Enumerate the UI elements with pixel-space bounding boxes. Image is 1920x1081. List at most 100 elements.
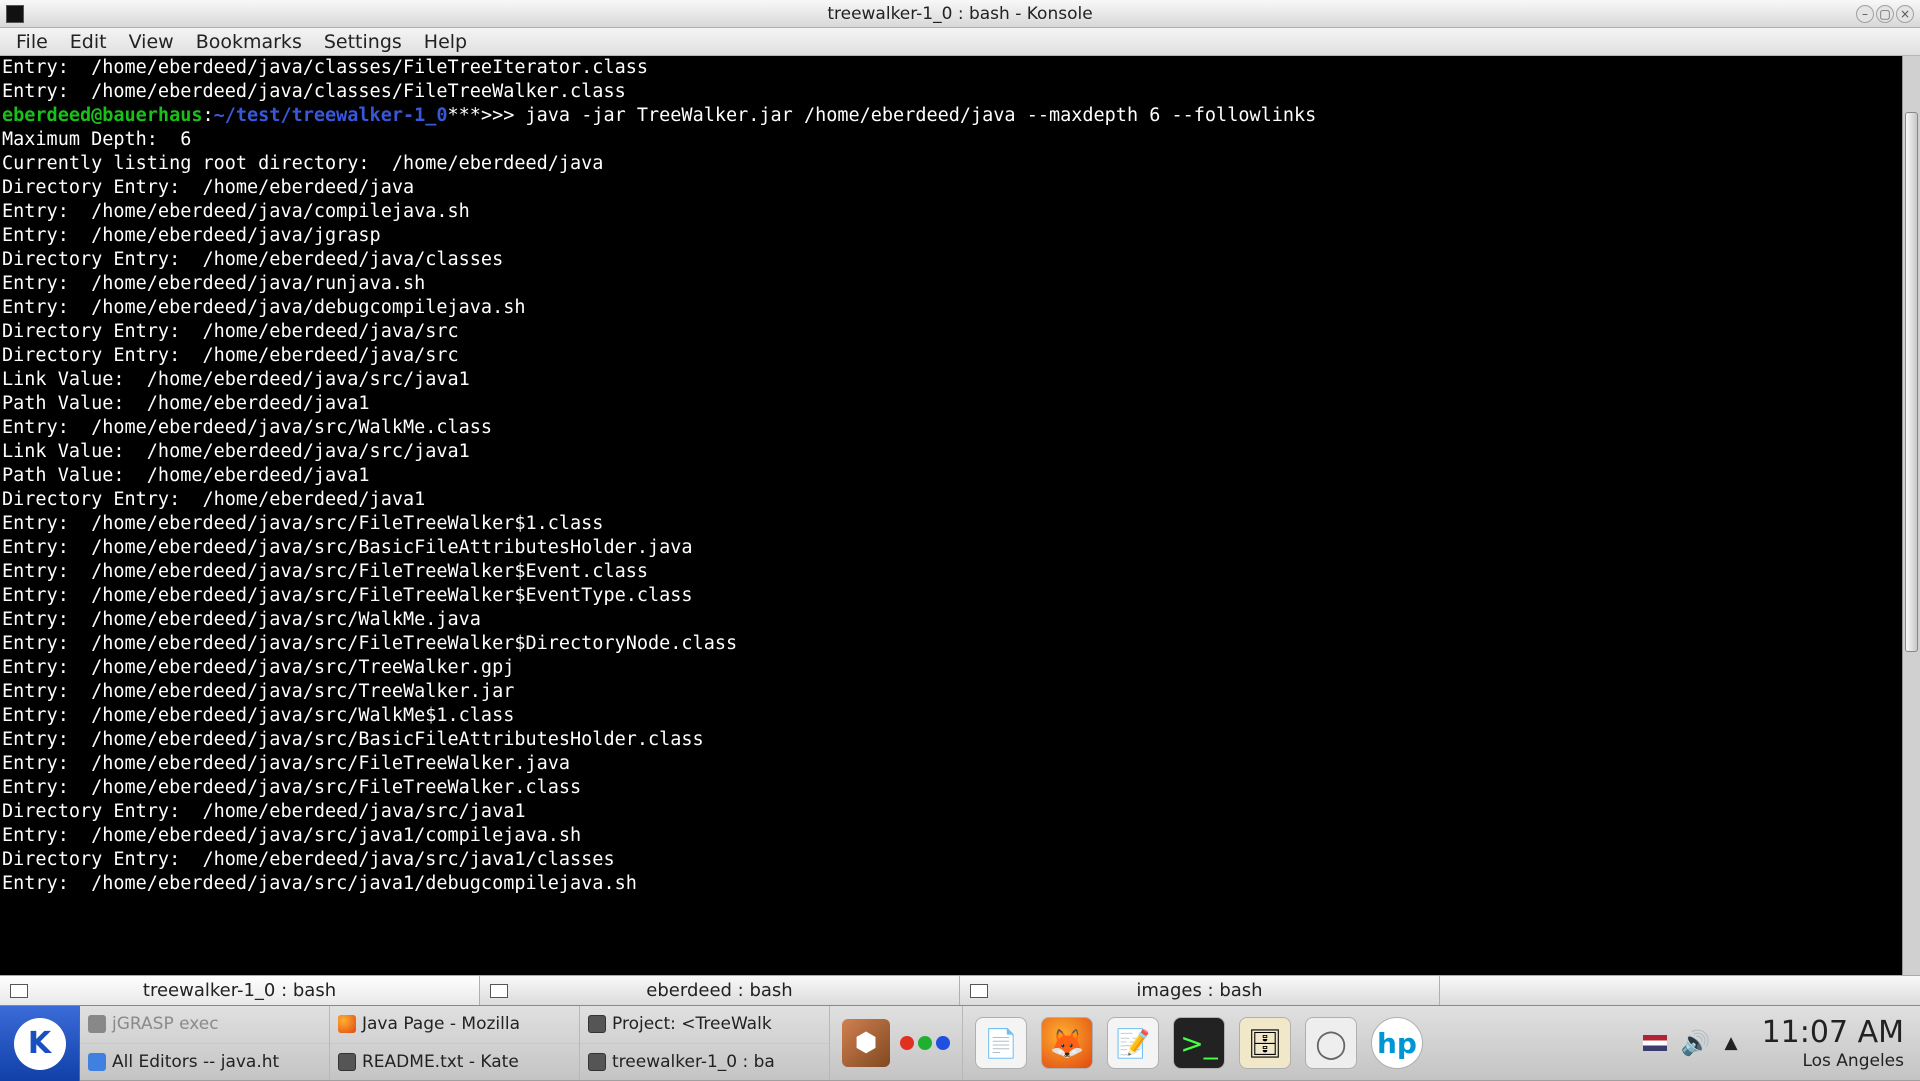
prompt-userhost: eberdeed@bauerhaus (2, 105, 202, 126)
terminal-output-line: Path Value: /home/eberdeed/java1 (2, 392, 1918, 416)
volume-icon[interactable]: 🔊 (1681, 1029, 1711, 1057)
terminal-output-line: Entry: /home/eberdeed/java/src/WalkMe.ja… (2, 608, 1918, 632)
terminal-scrollbar[interactable] (1902, 56, 1920, 975)
task-app-icon (88, 1015, 106, 1033)
terminal-output-line: Link Value: /home/eberdeed/java/src/java… (2, 440, 1918, 464)
terminal-output-line: Entry: /home/eberdeed/java/jgrasp (2, 224, 1918, 248)
text-editor-icon[interactable]: 📝 (1107, 1017, 1159, 1069)
steam-icon[interactable]: ◯ (1305, 1017, 1357, 1069)
menu-settings[interactable]: Settings (314, 28, 412, 56)
taskbar-entry[interactable]: Project: <TreeWalk (580, 1006, 829, 1044)
task-label: jGRASP exec (112, 1014, 219, 1034)
taskbar-entry[interactable]: All Editors -- java.ht (80, 1044, 329, 1081)
maximize-button[interactable]: ▢ (1876, 5, 1894, 23)
terminal-output-line: Entry: /home/eberdeed/java/src/FileTreeW… (2, 776, 1918, 800)
file-manager-icon[interactable]: 🗄 (1239, 1017, 1291, 1069)
menu-view[interactable]: View (119, 28, 184, 56)
terminal-output-line: Link Value: /home/eberdeed/java/src/java… (2, 368, 1918, 392)
kde-logo-icon: K (14, 1018, 66, 1070)
session-tab[interactable]: treewalker-1_0 : bash (0, 976, 480, 1005)
window-title: treewalker-1_0 : bash - Konsole (827, 4, 1092, 24)
titlebar[interactable]: treewalker-1_0 : bash - Konsole – ▢ × (0, 0, 1920, 28)
konsole-window: treewalker-1_0 : bash - Konsole – ▢ × Fi… (0, 0, 1920, 1005)
terminal-output-line: Entry: /home/eberdeed/java/compilejava.s… (2, 200, 1918, 224)
terminal-output-line: Entry: /home/eberdeed/java/src/FileTreeW… (2, 560, 1918, 584)
menu-help[interactable]: Help (414, 28, 477, 56)
close-button[interactable]: × (1896, 5, 1914, 23)
task-app-icon (338, 1053, 356, 1071)
terminal-output-line: Entry: /home/eberdeed/java/src/FileTreeW… (2, 512, 1918, 536)
task-label: treewalker-1_0 : ba (612, 1052, 775, 1072)
terminal-output-line: Entry: /home/eberdeed/java/src/java1/deb… (2, 872, 1918, 896)
session-tab[interactable]: eberdeed : bash (480, 976, 960, 1005)
session-tab-bar: treewalker-1_0 : bash eberdeed : bash imag… (0, 975, 1920, 1005)
quick-launch-group-1: ⬢ (830, 1006, 963, 1080)
window-controls: – ▢ × (1856, 5, 1914, 23)
session-tab-label: eberdeed : bash (646, 980, 792, 1001)
terminal-output-line: Directory Entry: /home/eberdeed/java1 (2, 488, 1918, 512)
task-label: All Editors -- java.ht (112, 1052, 279, 1072)
window-app-icon (6, 5, 24, 23)
tray-expand-icon[interactable]: ▲ (1725, 1033, 1738, 1053)
terminal-output-line: Path Value: /home/eberdeed/java1 (2, 464, 1918, 488)
terminal-output-line: Entry: /home/eberdeed/java/src/java1/com… (2, 824, 1918, 848)
app-launchers: 📄 🦊 📝 >_ 🗄 ◯ hp (963, 1006, 1435, 1080)
session-tab[interactable]: images : bash (960, 976, 1440, 1005)
terminal-output-line: Entry: /home/eberdeed/java/src/FileTreeW… (2, 632, 1918, 656)
terminal-output-line: Entry: /home/eberdeed/java/debugcompilej… (2, 296, 1918, 320)
taskbar-column: Project: <TreeWalk treewalker-1_0 : ba (580, 1006, 830, 1080)
terminal-output-line: Entry: /home/eberdeed/java/src/WalkMe$1.… (2, 704, 1918, 728)
task-label: Project: <TreeWalk (612, 1014, 772, 1034)
taskbar-entry[interactable]: treewalker-1_0 : ba (580, 1044, 829, 1081)
terminal-viewport[interactable]: Entry: /home/eberdeed/java/classes/FileT… (0, 56, 1920, 975)
konsole-icon[interactable]: >_ (1173, 1017, 1225, 1069)
terminal-tab-icon (10, 984, 28, 998)
taskbar-column: jGRASP exec All Editors -- java.ht (80, 1006, 330, 1080)
terminal-prompt-line: eberdeed@bauerhaus:~/test/treewalker-1_0… (2, 104, 1918, 128)
terminal-output-line: Entry: /home/eberdeed/java/src/TreeWalke… (2, 656, 1918, 680)
menubar: File Edit View Bookmarks Settings Help (0, 28, 1920, 56)
task-app-icon (338, 1015, 356, 1033)
clock-location: Los Angeles (1762, 1051, 1904, 1071)
firefox-icon[interactable]: 🦊 (1041, 1017, 1093, 1069)
activity-switcher-icon[interactable] (900, 1036, 950, 1050)
terminal-output-line: Entry: /home/eberdeed/java/runjava.sh (2, 272, 1918, 296)
terminal-tab-icon (490, 984, 508, 998)
terminal-output-line: Directory Entry: /home/eberdeed/java/src (2, 344, 1918, 368)
package-manager-icon[interactable]: ⬢ (842, 1019, 890, 1067)
task-app-icon (588, 1053, 606, 1071)
terminal-output-line: Entry: /home/eberdeed/java/src/FileTreeW… (2, 752, 1918, 776)
terminal-tab-icon (970, 984, 988, 998)
taskbar-entry[interactable]: README.txt - Kate (330, 1044, 579, 1081)
terminal-output-line: Directory Entry: /home/eberdeed/java/src… (2, 848, 1918, 872)
terminal-output-line: Maximum Depth: 6 (2, 128, 1918, 152)
keyboard-layout-icon[interactable] (1643, 1035, 1667, 1051)
libreoffice-icon[interactable]: 📄 (975, 1017, 1027, 1069)
clock-widget[interactable]: 11:07 AM Los Angeles (1752, 1015, 1904, 1071)
terminal-output-line: Entry: /home/eberdeed/java/src/WalkMe.cl… (2, 416, 1918, 440)
terminal-output-line: Entry: /home/eberdeed/java/src/BasicFile… (2, 728, 1918, 752)
terminal-output-line: Entry: /home/eberdeed/java/src/TreeWalke… (2, 680, 1918, 704)
terminal-output-line: Directory Entry: /home/eberdeed/java/src… (2, 800, 1918, 824)
terminal-output-line: Currently listing root directory: /home/… (2, 152, 1918, 176)
task-label: README.txt - Kate (362, 1052, 519, 1072)
task-app-icon (588, 1015, 606, 1033)
session-tab-label: treewalker-1_0 : bash (143, 980, 336, 1001)
kickoff-menu-button[interactable]: K (0, 1006, 80, 1081)
terminal-output-line: Entry: /home/eberdeed/java/classes/FileT… (2, 56, 1918, 80)
minimize-button[interactable]: – (1856, 5, 1874, 23)
task-app-icon (88, 1053, 106, 1071)
menu-file[interactable]: File (6, 28, 58, 56)
taskbar-column: Java Page - Mozilla README.txt - Kate (330, 1006, 580, 1080)
clock-time: 11:07 AM (1762, 1015, 1904, 1051)
terminal-output-line: Directory Entry: /home/eberdeed/java/cla… (2, 248, 1918, 272)
taskbar-entry[interactable]: Java Page - Mozilla (330, 1006, 579, 1044)
scrollbar-thumb[interactable] (1905, 112, 1918, 652)
terminal-output-line: Entry: /home/eberdeed/java/src/FileTreeW… (2, 584, 1918, 608)
menu-edit[interactable]: Edit (60, 28, 117, 56)
prompt-cwd: ~/test/treewalker-1_0 (214, 105, 448, 126)
hp-tools-icon[interactable]: hp (1371, 1017, 1423, 1069)
menu-bookmarks[interactable]: Bookmarks (186, 28, 312, 56)
system-tray: 🔊 ▲ 11:07 AM Los Angeles (1627, 1006, 1920, 1080)
taskbar-entry[interactable]: jGRASP exec (80, 1006, 329, 1044)
